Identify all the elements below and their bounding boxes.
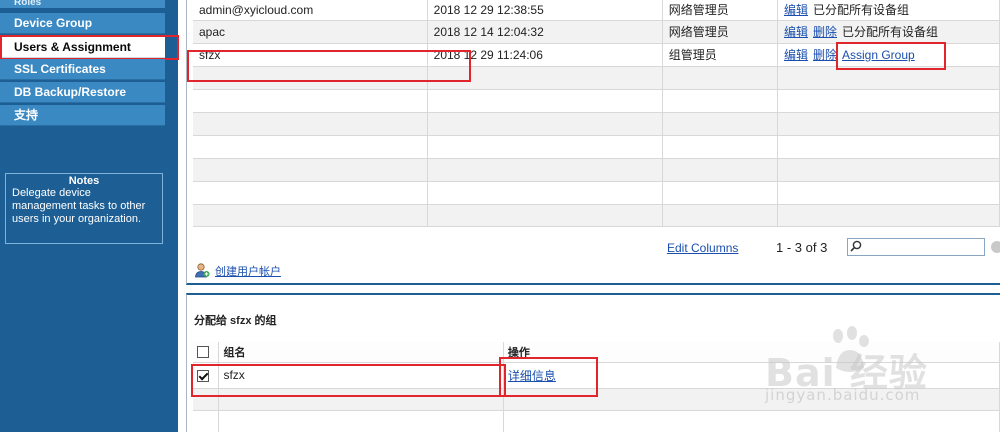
actions-cell: 编辑 已分配所有设备组 [777, 0, 1000, 21]
column-header-name[interactable]: 组名 [218, 342, 504, 363]
table-row [193, 89, 1000, 113]
sidebar: Roles Device Group Users & Assignment SS… [0, 0, 179, 432]
sidebar-item-label: SSL Certificates [14, 62, 106, 76]
search-box[interactable] [847, 238, 985, 256]
action-cell: 详细信息 [503, 362, 1000, 389]
checkbox-cell [193, 362, 220, 389]
user-cell: sfzx [193, 43, 428, 67]
delete-link[interactable]: 删除 [813, 48, 837, 62]
role-cell: 网络管理员 [662, 20, 778, 44]
table-row [193, 135, 1000, 159]
add-user-icon [195, 263, 210, 278]
details-link[interactable]: 详细信息 [508, 369, 556, 383]
date-cell: 2018 12 29 12:38:55 [427, 0, 663, 21]
sidebar-item-ssl-certificates[interactable]: SSL Certificates [0, 59, 165, 80]
table-row [193, 158, 1000, 182]
select-all-cell [193, 342, 220, 363]
notes-body: Delegate device management tasks to othe… [12, 187, 146, 225]
table-row [193, 410, 1000, 432]
edit-link[interactable]: 编辑 [784, 48, 808, 62]
select-all-checkbox[interactable] [197, 345, 209, 358]
user-cell: admin@xyicloud.com [193, 0, 428, 21]
table-row [193, 66, 1000, 90]
search-input[interactable] [864, 240, 982, 254]
group-name-cell: sfzx [218, 362, 504, 389]
table-row[interactable]: apac 2018 12 14 12:04:32 网络管理员 编辑 删除 已分配所有… [193, 20, 1000, 44]
edit-columns-link[interactable]: Edit Columns [667, 241, 738, 255]
users-panel: admin@xyicloud.com 2018 12 29 12:38:55 网… [186, 0, 1000, 285]
delete-link[interactable]: 删除 [813, 25, 837, 39]
edit-link[interactable]: 编辑 [784, 3, 808, 17]
table-row[interactable]: admin@xyicloud.com 2018 12 29 12:38:55 网… [193, 0, 1000, 21]
date-cell: 2018 12 14 12:04:32 [427, 20, 663, 44]
table-row[interactable]: sfzx 2018 12 29 11:24:06 组管理员 编辑 删除 Assign… [193, 43, 1000, 67]
status-text: 已分配所有设备组 [812, 3, 909, 18]
sidebar-item-support[interactable]: 支持 [0, 105, 165, 126]
date-cell: 2018 12 29 11:24:06 [427, 43, 663, 67]
assignment-table: 组名 操作 sfzx 详细信息 [193, 342, 1000, 432]
assignment-panel: 分配给 sfzx 的组 组名 操作 sfzx 详细信息 [186, 293, 1000, 432]
user-cell: apac [193, 20, 428, 44]
table-row [193, 204, 1000, 227]
pager: Edit Columns 1 - 3 of 3 [187, 238, 1000, 258]
table-row [193, 112, 1000, 136]
role-cell: 组管理员 [662, 43, 778, 67]
actions-cell: 编辑 删除 已分配所有设备组 [777, 20, 1000, 44]
search-icon [850, 240, 862, 252]
highlight-box [0, 35, 179, 60]
assign-group-link[interactable]: Assign Group [842, 48, 915, 62]
sidebar-item-label: DB Backup/Restore [14, 85, 127, 99]
search-go-icon[interactable] [991, 241, 1000, 253]
sidebar-item-label: 支持 [14, 108, 39, 122]
sidebar-item-device-group[interactable]: Device Group [0, 13, 165, 34]
role-cell: 网络管理员 [662, 0, 778, 21]
table-row[interactable]: sfzx 详细信息 [193, 362, 1000, 389]
users-table: admin@xyicloud.com 2018 12 29 12:38:55 网… [193, 0, 1000, 227]
page-count: 1 - 3 of 3 [776, 240, 828, 255]
column-header-action[interactable]: 操作 [503, 342, 1000, 363]
sidebar-item-cut-off[interactable]: Roles [0, 0, 165, 8]
sidebar-item-db-backup-restore[interactable]: DB Backup/Restore [0, 82, 165, 103]
sidebar-item-users-assignment[interactable]: Users & Assignment [0, 35, 179, 60]
table-row [193, 181, 1000, 205]
notes-panel: Notes Delegate device management tasks t… [5, 173, 163, 244]
sidebar-item-label: Device Group [14, 16, 93, 30]
actions-cell: 编辑 删除 Assign Group [777, 43, 1000, 67]
table-row [193, 388, 1000, 411]
notes-title: Notes [68, 175, 100, 187]
table-header-row: 组名 操作 [193, 342, 1000, 363]
status-text: 已分配所有设备组 [842, 25, 939, 39]
edit-link[interactable]: 编辑 [784, 25, 808, 39]
row-checkbox[interactable] [197, 369, 209, 382]
assignment-title: 分配给 sfzx 的组 [194, 315, 277, 327]
create-user-link[interactable]: 创建用户帐户 [215, 263, 281, 279]
